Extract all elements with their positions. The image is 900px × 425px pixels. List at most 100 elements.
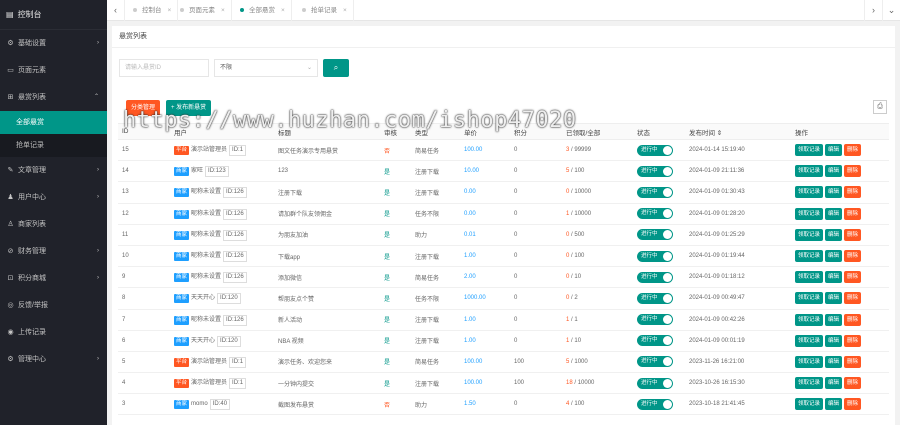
user-search-input[interactable]: 请输入悬赏ID (119, 59, 209, 77)
close-icon[interactable]: × (168, 7, 172, 14)
edit-button[interactable]: 编辑 (825, 250, 843, 263)
claim-records-button[interactable]: 领取记录 (795, 355, 824, 368)
close-icon[interactable]: × (281, 7, 285, 14)
delete-button[interactable]: 删除 (844, 165, 862, 178)
sidebar-item-label: 商家列表 (18, 221, 46, 228)
publish-reward-button[interactable]: + 发布新悬赏 (166, 100, 212, 116)
tab-3[interactable]: 全部悬赏 × (234, 0, 292, 21)
edit-button[interactable]: 编辑 (825, 334, 843, 347)
delete-button[interactable]: 删除 (844, 292, 862, 305)
claim-records-button[interactable]: 领取记录 (795, 186, 824, 199)
tab-4[interactable]: 抢单记录 × (296, 0, 354, 21)
delete-button[interactable]: 删除 (844, 271, 862, 284)
edit-button[interactable]: 编辑 (825, 355, 843, 368)
delete-button[interactable]: 删除 (844, 228, 862, 241)
status-toggle[interactable]: 进行中 (637, 314, 673, 326)
cell-id: 15 (118, 139, 170, 162)
tab-2[interactable]: 页面元素 × (174, 0, 232, 21)
sidebar-item-5[interactable]: ♟ 用户中心 › (0, 184, 107, 211)
edit-button[interactable]: 编辑 (825, 186, 843, 199)
close-icon[interactable]: × (221, 7, 225, 14)
status-toggle[interactable]: 进行中 (637, 250, 673, 262)
delete-button[interactable]: 删除 (844, 186, 862, 199)
edit-button[interactable]: 编辑 (825, 292, 843, 305)
cell-points: 100 (510, 351, 562, 374)
claim-records-button[interactable]: 领取记录 (795, 313, 824, 326)
claim-records-button[interactable]: 领取记录 (795, 144, 824, 157)
close-icon[interactable]: × (343, 7, 347, 14)
sidebar-item-11[interactable]: ⚙ 管理中心 › (0, 346, 107, 373)
category-manage-button[interactable]: 分类管理 (126, 100, 161, 116)
cell-time: 2024-01-09 00:42:26 (685, 309, 791, 331)
sidebar-item-label: 积分商城 (18, 275, 46, 282)
delete-button[interactable]: 删除 (844, 355, 862, 368)
delete-button[interactable]: 删除 (844, 377, 862, 390)
delete-button[interactable]: 删除 (844, 334, 862, 347)
delete-button[interactable]: 删除 (844, 398, 862, 411)
claim-records-button[interactable]: 领取记录 (795, 250, 824, 263)
sidebar-item-10[interactable]: ◉ 上传记录 (0, 319, 107, 346)
cell-type: 助力 (411, 393, 460, 416)
sidebar-item-4[interactable]: ✎ 文章管理 › (0, 157, 107, 184)
sidebar-item-7[interactable]: ⊘ 财务管理 › (0, 238, 107, 265)
status-toggle[interactable]: 进行中 (637, 271, 673, 283)
sidebar-subitem-1[interactable]: 全部悬赏 (0, 111, 107, 134)
status-toggle[interactable]: 进行中 (637, 356, 673, 368)
column-header[interactable]: 发布时间 ⇕ (685, 123, 791, 140)
claim-records-button[interactable]: 领取记录 (795, 292, 824, 305)
delete-button[interactable]: 删除 (844, 313, 862, 326)
delete-button[interactable]: 删除 (844, 207, 862, 220)
status-toggle[interactable]: 进行中 (637, 186, 673, 198)
cell-status: 进行中 (633, 245, 685, 268)
sidebar-item-1[interactable]: ⚙ 基础设置 › (0, 30, 107, 57)
edit-button[interactable]: 编辑 (825, 398, 843, 411)
edit-button[interactable]: 编辑 (825, 165, 843, 178)
tab-1[interactable]: 控制台 × (127, 0, 179, 21)
edit-button[interactable]: 编辑 (825, 144, 843, 157)
claim-records-button[interactable]: 领取记录 (795, 165, 824, 178)
user-name: 天天开心 (191, 295, 216, 302)
claim-records-button[interactable]: 领取记录 (795, 377, 824, 390)
sidebar-item-6[interactable]: ♙ 商家列表 (0, 211, 107, 238)
claim-records-button[interactable]: 领取记录 (795, 398, 824, 411)
status-toggle[interactable]: 进行中 (637, 292, 673, 304)
tab-dot-icon (302, 8, 306, 13)
search-button[interactable]: ⌕ (323, 59, 349, 77)
edit-button[interactable]: 编辑 (825, 207, 843, 220)
status-toggle[interactable]: 进行中 (637, 335, 673, 347)
sidebar-item-2[interactable]: ▭ 页面元素 (0, 57, 107, 84)
layers-icon: ▭ (7, 67, 14, 74)
tab-prev-button[interactable]: ‹ (107, 0, 125, 21)
edit-button[interactable]: 编辑 (825, 228, 843, 241)
sidebar-item-8[interactable]: ⊡ 积分商城 › (0, 265, 107, 292)
status-toggle[interactable]: 进行中 (637, 377, 673, 389)
claim-records-button[interactable]: 领取记录 (795, 228, 824, 241)
status-label: 进行中 (641, 379, 658, 386)
status-toggle[interactable]: 进行中 (637, 144, 673, 156)
delete-button[interactable]: 删除 (844, 144, 862, 157)
status-label: 进行中 (641, 188, 658, 195)
claim-records-button[interactable]: 领取记录 (795, 271, 824, 284)
sidebar-subitem-2[interactable]: 抢单记录 (0, 134, 107, 157)
user-name: momo (191, 400, 208, 407)
claim-records-button[interactable]: 领取记录 (795, 207, 824, 220)
table-header: ID 用户 标题 审核 类型 单价 积分 已领取/全部 状态 发布时间 ⇕ 操作 (118, 123, 889, 140)
edit-button[interactable]: 编辑 (825, 377, 843, 390)
cell-type: 注册下载 (411, 245, 460, 268)
tab-more-button[interactable]: ⌄ (882, 0, 900, 21)
edit-button[interactable]: 编辑 (825, 271, 843, 284)
sidebar-logo[interactable]: ▤ 控制台 (0, 0, 107, 30)
status-toggle[interactable]: 进行中 (637, 208, 673, 220)
status-toggle[interactable]: 进行中 (637, 229, 673, 241)
delete-button[interactable]: 删除 (844, 250, 862, 263)
print-icon[interactable]: ⎙ (873, 100, 887, 114)
claim-records-button[interactable]: 领取记录 (795, 334, 824, 347)
sidebar-item-3[interactable]: ⊞ 悬赏列表 ⌃ (0, 84, 107, 111)
status-toggle[interactable]: 进行中 (637, 398, 673, 410)
edit-button[interactable]: 编辑 (825, 313, 843, 326)
tab-next-button[interactable]: › (864, 0, 882, 21)
type-select[interactable]: 不限 ⌄ (214, 59, 318, 77)
status-toggle[interactable]: 进行中 (637, 165, 673, 177)
sidebar-item-9[interactable]: ◎ 反馈/举报 (0, 292, 107, 319)
chevron-icon: › (97, 167, 99, 173)
